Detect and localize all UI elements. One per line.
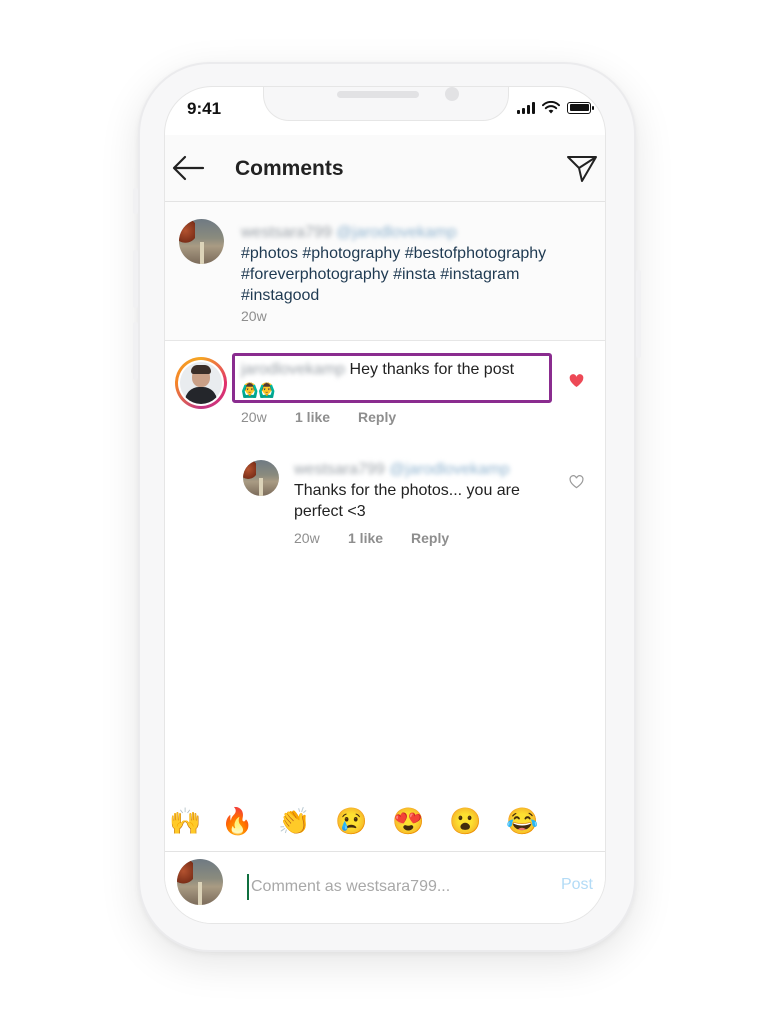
post-button[interactable]: Post: [561, 876, 593, 894]
phone-notch: [263, 87, 509, 121]
comment-reply-button[interactable]: Reply: [358, 409, 396, 425]
post-caption: westsara799 @jarodlovekamp #photos #phot…: [165, 202, 605, 341]
phone-side-button-mid: [133, 250, 138, 308]
reply-username[interactable]: westsara799: [294, 461, 385, 478]
reply-like-heart-icon[interactable]: [569, 475, 584, 489]
emoji-quick-reactions: 🙌 🔥 👏 😢 😍 😮 😂: [165, 795, 605, 847]
emoji-tears-of-joy[interactable]: 😂: [494, 806, 551, 836]
caption-hashtags[interactable]: #photos #photography #bestofphotography …: [241, 245, 546, 304]
caption-text: westsara799 @jarodlovekamp #photos #phot…: [241, 222, 591, 306]
composer-avatar: [177, 859, 223, 905]
emoji-crying-face[interactable]: 😢: [323, 806, 380, 836]
comment-input[interactable]: [247, 874, 471, 900]
phone-power-button: [636, 270, 641, 358]
comment-likes-link[interactable]: 1 like: [295, 409, 358, 425]
caption-mention[interactable]: @jarodlovekamp: [336, 224, 456, 241]
front-camera: [445, 87, 459, 101]
wifi-icon: [542, 101, 560, 114]
comments-header: Comments: [165, 135, 605, 202]
comment-timestamp: 20w: [241, 409, 267, 425]
phone-screen: 9:41 Comments westsara799 @jarodlovekamp…: [164, 86, 606, 924]
comment-composer: Post: [165, 851, 605, 923]
caption-author-avatar[interactable]: [179, 219, 224, 264]
status-time: 9:41: [187, 99, 222, 118]
reply-body: Thanks for the photos... you are perfect…: [294, 482, 520, 520]
phone-side-button-top: [133, 188, 138, 214]
phone-side-button-low: [133, 322, 138, 380]
comment-body: Hey thanks for the post: [349, 361, 515, 378]
reply-mention[interactable]: @jarodlovekamp: [389, 461, 509, 478]
status-icons: [517, 101, 594, 114]
commenter-photo: [180, 362, 222, 404]
comment-text: jarodlovekamp Hey thanks for the post 🙆‍…: [241, 359, 546, 401]
cellular-signal-icon: [517, 101, 535, 114]
reply-reply-button[interactable]: Reply: [411, 530, 449, 546]
reply-timestamp: 20w: [294, 530, 320, 546]
reply-author-avatar[interactable]: [243, 460, 279, 496]
page-title: Comments: [235, 157, 344, 180]
emoji-surprised-face[interactable]: 😮: [437, 806, 494, 836]
battery-icon: [567, 101, 594, 114]
speaker-grille: [337, 91, 419, 98]
back-arrow-icon[interactable]: [171, 153, 205, 183]
comment-meta: 20w 1 like Reply: [241, 409, 396, 425]
reply-likes-link[interactable]: 1 like: [348, 530, 411, 546]
emoji-clapping-hands[interactable]: 👏: [266, 806, 323, 836]
emoji-heart-eyes[interactable]: 😍: [380, 806, 437, 836]
reply-meta: 20w 1 like Reply: [294, 530, 449, 546]
comment-emoji: 🙆‍♂️🙆‍♂️: [241, 382, 276, 398]
comment-username[interactable]: jarodlovekamp: [241, 361, 345, 378]
caption-timestamp: 20w: [241, 308, 267, 324]
commenter-avatar[interactable]: [175, 357, 227, 409]
emoji-fire[interactable]: 🔥: [209, 806, 266, 836]
comment-like-heart-icon[interactable]: [569, 374, 584, 388]
emoji-raising-hands[interactable]: 🙌: [165, 806, 209, 836]
caption-username[interactable]: westsara799: [241, 224, 332, 241]
reply-text: westsara799 @jarodlovekamp Thanks for th…: [294, 459, 564, 522]
paper-plane-icon[interactable]: [565, 153, 599, 183]
